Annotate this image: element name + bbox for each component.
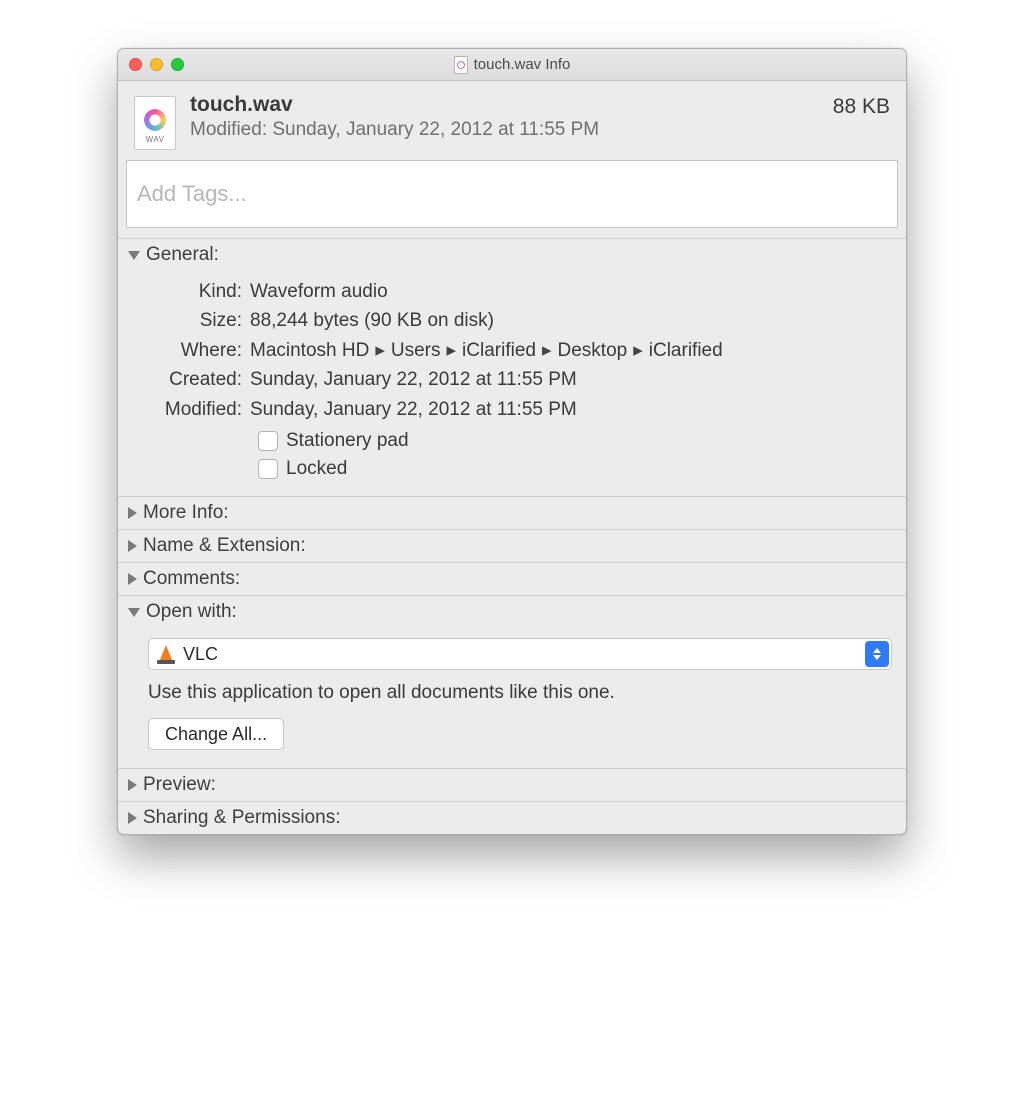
section-title-name-extension: Name & Extension:: [143, 535, 306, 557]
file-modified-line: Modified: Sunday, January 22, 2012 at 11…: [190, 119, 833, 141]
stationery-pad-checkbox[interactable]: [258, 431, 278, 451]
section-general: General: Kind: Waveform audio Size: 88,2…: [118, 238, 906, 496]
created-value: Sunday, January 22, 2012 at 11:55 PM: [250, 365, 894, 394]
window-title-group: touch.wav Info: [118, 56, 906, 74]
path-separator-icon: ▸: [447, 340, 457, 361]
close-button[interactable]: [129, 58, 142, 71]
tags-section: [118, 160, 906, 238]
open-with-app-name: VLC: [183, 644, 218, 665]
disclosure-triangle-icon: [128, 507, 137, 519]
open-with-hint: Use this application to open all documen…: [148, 682, 892, 704]
section-header-name-extension[interactable]: Name & Extension:: [118, 530, 906, 562]
file-size: 88 KB: [833, 95, 890, 119]
size-value: 88,244 bytes (90 KB on disk): [250, 306, 894, 335]
section-name-extension: Name & Extension:: [118, 529, 906, 562]
section-title-comments: Comments:: [143, 568, 240, 590]
open-with-dropdown[interactable]: VLC: [148, 638, 892, 670]
section-header-general[interactable]: General:: [118, 239, 906, 271]
where-value: Macintosh HD▸Users▸iClarified▸Desktop▸iC…: [250, 336, 894, 365]
titlebar[interactable]: touch.wav Info: [118, 49, 906, 81]
file-ext-badge: WAV: [146, 135, 165, 144]
general-body: Kind: Waveform audio Size: 88,244 bytes …: [118, 271, 906, 496]
disclosure-triangle-icon: [128, 540, 137, 552]
disclosure-triangle-icon: [128, 779, 137, 791]
path-separator-icon: ▸: [375, 340, 385, 361]
section-title-preview: Preview:: [143, 774, 216, 796]
section-header-sharing-permissions[interactable]: Sharing & Permissions:: [118, 802, 906, 834]
section-header-preview[interactable]: Preview:: [118, 769, 906, 801]
file-icon: WAV: [134, 96, 176, 150]
section-open-with: Open with: VLC Use this application to o…: [118, 595, 906, 768]
modified-label: Modified:: [130, 395, 250, 424]
size-label: Size:: [130, 306, 250, 335]
created-label: Created:: [130, 365, 250, 394]
disclosure-triangle-icon: [128, 608, 140, 617]
locked-checkbox[interactable]: [258, 459, 278, 479]
modified-value: Sunday, January 22, 2012 at 11:55 PM: [250, 395, 894, 424]
section-header-open-with[interactable]: Open with:: [118, 596, 906, 628]
document-icon: [454, 56, 468, 74]
section-title-general: General:: [146, 244, 219, 266]
path-separator-icon: ▸: [542, 340, 552, 361]
section-more-info: More Info:: [118, 496, 906, 529]
traffic-lights: [118, 58, 184, 71]
dropdown-stepper-icon: [865, 641, 889, 667]
vlc-icon: [157, 645, 175, 663]
disclosure-triangle-icon: [128, 251, 140, 260]
disclosure-triangle-icon: [128, 812, 137, 824]
file-header: WAV touch.wav Modified: Sunday, January …: [118, 81, 906, 160]
change-all-button[interactable]: Change All...: [148, 718, 284, 750]
minimize-button[interactable]: [150, 58, 163, 71]
section-comments: Comments:: [118, 562, 906, 595]
zoom-button[interactable]: [171, 58, 184, 71]
section-title-sharing-permissions: Sharing & Permissions:: [143, 807, 340, 829]
section-preview: Preview:: [118, 768, 906, 801]
section-title-more-info: More Info:: [143, 502, 229, 524]
section-header-comments[interactable]: Comments:: [118, 563, 906, 595]
file-name: touch.wav: [190, 93, 833, 117]
section-title-open-with: Open with:: [146, 601, 237, 623]
kind-value: Waveform audio: [250, 277, 894, 306]
locked-label: Locked: [286, 458, 347, 480]
section-header-more-info[interactable]: More Info:: [118, 497, 906, 529]
where-label: Where:: [130, 336, 250, 365]
open-with-body: VLC Use this application to open all doc…: [118, 628, 906, 768]
section-sharing-permissions: Sharing & Permissions:: [118, 801, 906, 834]
kind-label: Kind:: [130, 277, 250, 306]
stationery-pad-label: Stationery pad: [286, 430, 409, 452]
path-separator-icon: ▸: [633, 340, 643, 361]
window-title: touch.wav Info: [474, 56, 571, 73]
info-window: touch.wav Info WAV touch.wav Modified: S…: [117, 48, 907, 835]
disclosure-triangle-icon: [128, 573, 137, 585]
tags-input[interactable]: [126, 160, 898, 228]
